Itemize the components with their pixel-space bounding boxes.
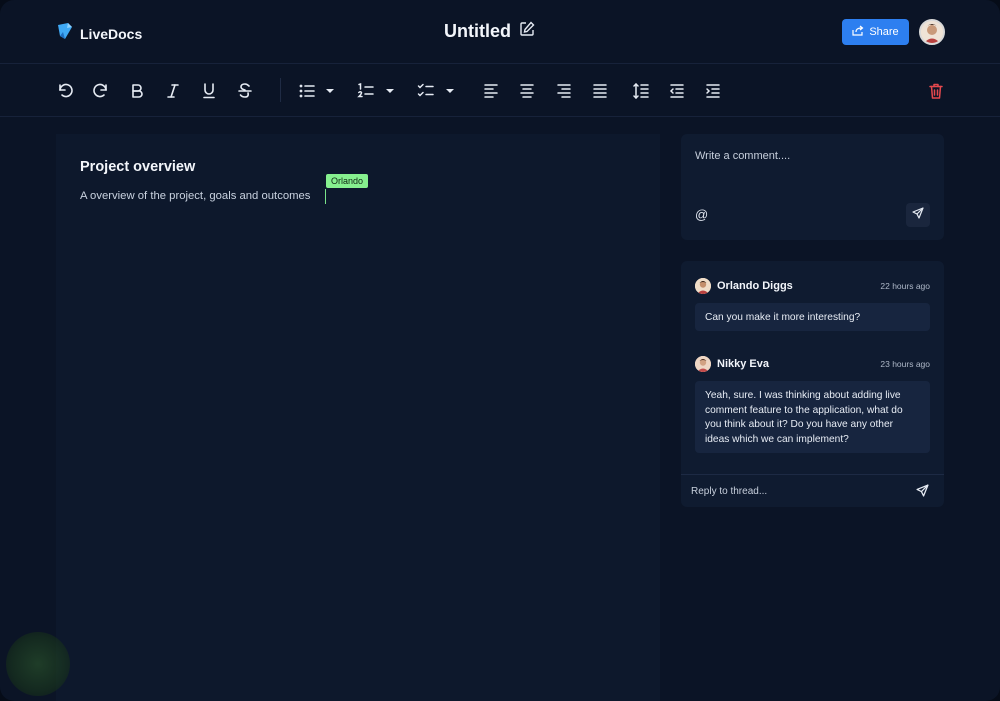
comment-timestamp: 22 hours ago [880,281,930,291]
italic-icon[interactable] [163,81,183,101]
mention-icon[interactable]: @ [695,207,708,222]
align-justify-icon[interactable] [590,81,610,101]
trash-icon[interactable] [926,81,946,101]
brand-name: LiveDocs [80,25,143,42]
comment-input[interactable]: Write a comment.... [695,150,790,162]
collaborator-cursor [325,189,326,204]
checklist-dropdown-icon[interactable] [440,81,460,101]
reply-bar: Reply to thread... [681,474,944,507]
bold-icon[interactable] [127,81,147,101]
comment-body: Yeah, sure. I was thinking about adding … [695,381,930,453]
undo-icon[interactable] [55,81,75,101]
send-comment-button[interactable] [906,203,930,227]
comment-timestamp: 23 hours ago [880,359,930,369]
toolbar-divider [280,78,281,102]
comment-header: Orlando Diggs [695,278,793,294]
bullet-list-dropdown-icon[interactable] [320,81,340,101]
share-button[interactable]: Share [842,19,909,45]
avatar [695,356,711,372]
send-icon [912,206,924,224]
collaborator-cursor-label: Orlando [326,174,369,188]
comment-thread: Orlando Diggs 22 hours ago Can you make … [681,261,944,507]
indent-icon[interactable] [703,81,723,101]
document-title-text[interactable]: Untitled [444,21,511,42]
document-heading[interactable]: Project overview [80,159,195,175]
document-paragraph[interactable]: A overview of the project, goals and out… [80,190,310,202]
edit-title-icon[interactable] [519,21,535,42]
comment-author: Nikky Eva [717,358,769,370]
bullet-list-icon[interactable] [297,81,317,101]
underline-icon[interactable] [199,81,219,101]
checklist-icon[interactable] [416,81,436,101]
send-reply-icon[interactable] [916,484,929,502]
watermark-logo [6,632,70,696]
numbered-list-dropdown-icon[interactable] [380,81,400,101]
top-bar: LiveDocs Untitled Share [0,0,1000,64]
align-left-icon[interactable] [481,81,501,101]
document-editor[interactable]: Project overview A overview of the proje… [56,134,660,701]
livedocs-logo-icon [56,22,74,45]
redo-icon[interactable] [91,81,111,101]
formatting-toolbar [0,64,1000,117]
document-title[interactable]: Untitled [444,21,535,42]
comment-body: Can you make it more interesting? [695,303,930,331]
numbered-list-icon[interactable] [356,81,376,101]
align-center-icon[interactable] [517,81,537,101]
avatar [695,278,711,294]
strikethrough-icon[interactable] [235,81,255,101]
comment-author: Orlando Diggs [717,280,793,292]
app-window: LiveDocs Untitled Share Project overview… [0,0,1000,701]
line-height-icon[interactable] [631,81,651,101]
user-avatar[interactable] [919,19,945,45]
align-right-icon[interactable] [554,81,574,101]
comment-header: Nikky Eva [695,356,769,372]
brand[interactable]: LiveDocs [56,22,142,45]
outdent-icon[interactable] [667,81,687,101]
comment-composer: Write a comment.... @ [681,134,944,240]
reply-input[interactable]: Reply to thread... [691,486,767,497]
share-button-label: Share [869,26,899,38]
share-icon [852,25,864,39]
